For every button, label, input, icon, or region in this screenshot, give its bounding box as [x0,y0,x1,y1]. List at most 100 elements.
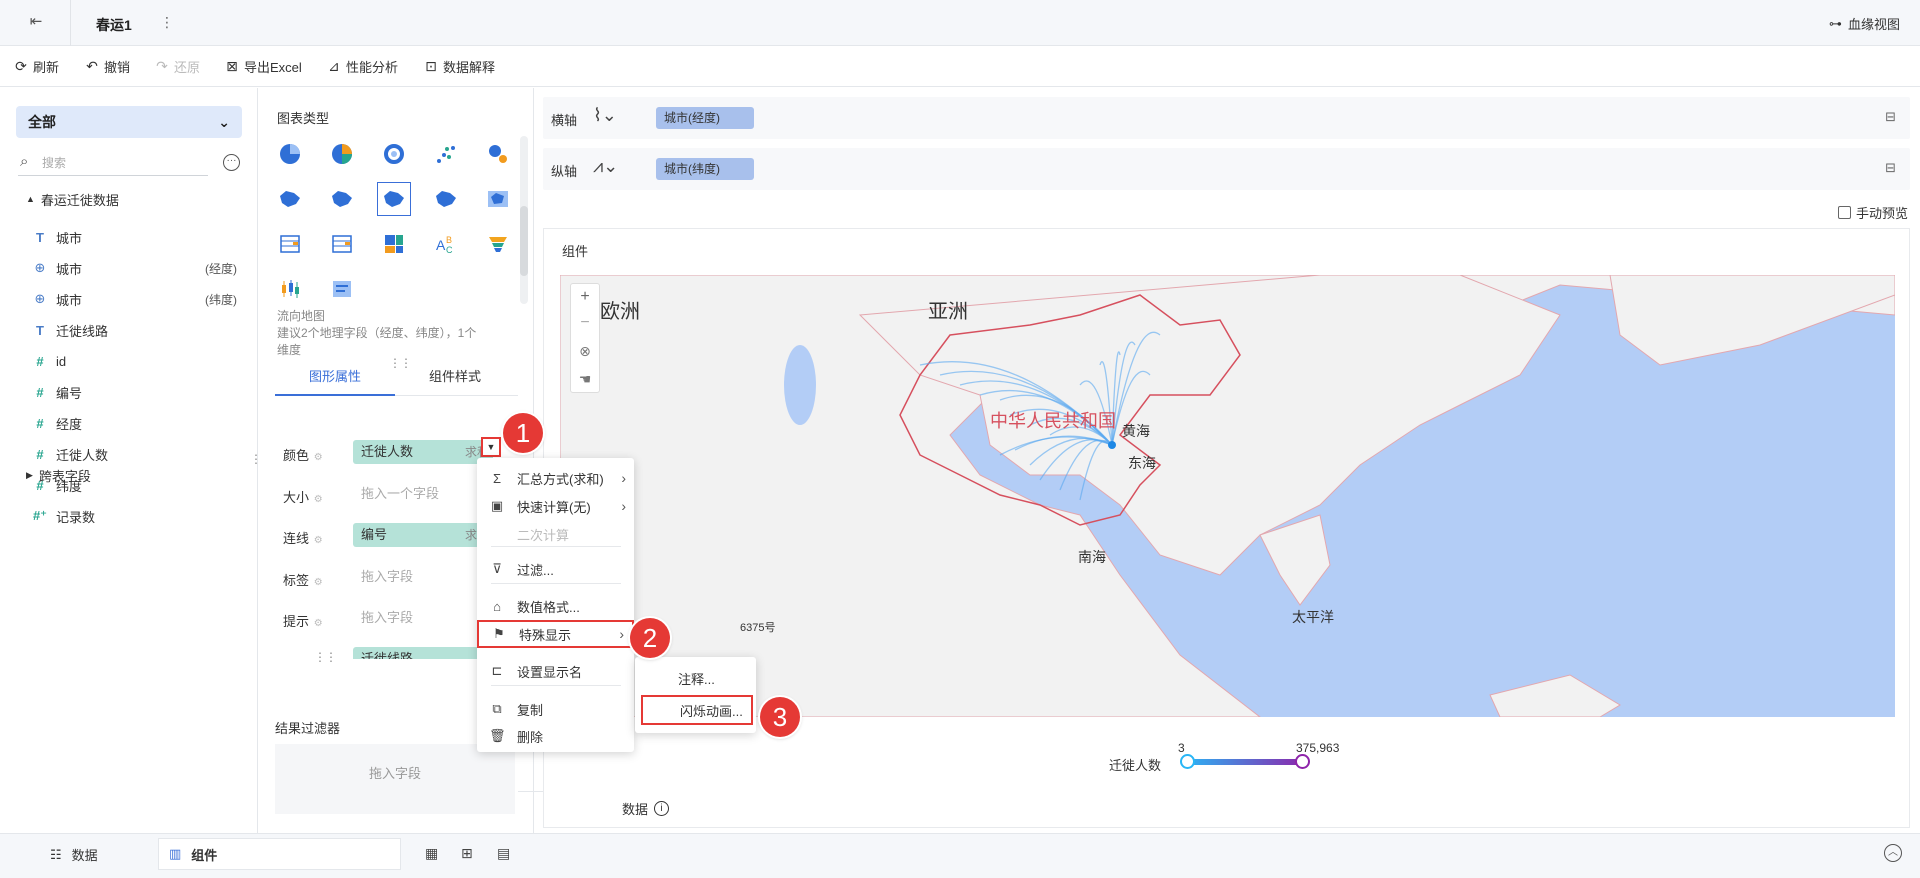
explain-label: 数据解释 [443,60,496,75]
field-item[interactable]: T 城市 [0,225,257,249]
gear-icon[interactable]: ⚙ [311,618,323,629]
tree-folder-dataset[interactable]: ▲ 春运迁徙数据 [0,187,257,211]
pivot-table-icon[interactable] [329,231,355,257]
word-cloud-icon[interactable]: ABC [433,231,459,257]
add-table-icon[interactable]: ⊞ [461,845,473,862]
menu-item[interactable]: ⊽ 过滤... [477,555,634,583]
field-item[interactable]: ⊕ 城市 (经度) [0,256,257,280]
menu-item[interactable]: ⧉ 复制 [477,695,634,723]
scrollbar-thumb[interactable] [520,206,528,276]
tab-data[interactable]: ☷ 数据 [50,845,98,864]
bubble-chart-icon[interactable] [485,141,511,167]
custom-map-icon[interactable] [485,186,511,212]
partial-field-chip[interactable]: 迁徙线路 [353,647,493,659]
candlestick-icon[interactable] [277,276,303,302]
menu-item[interactable]: ⚑ 特殊显示 › [477,620,634,648]
y-axis-field-chip[interactable]: 城市(纬度) [656,158,754,180]
field-dropzone[interactable]: 拖入字段 [353,565,493,589]
info-icon[interactable]: i [654,801,670,816]
field-item[interactable]: # 纬度 [0,473,257,497]
menu-item[interactable]: Σ 汇总方式(求和) › [477,464,634,492]
menu-item[interactable]: 二次计算 [477,520,634,548]
field-chip-label: 拖入一个字段 [361,485,440,501]
checkbox[interactable] [1838,206,1851,219]
export-excel-button[interactable]: ⊠ 导出Excel [225,57,302,76]
dataset-select[interactable]: 全部 ⌄ [16,106,242,138]
data-panel: 全部 ⌄ ⌕ 搜索 ··· ▲ 春运迁徙数据 ▶ 跨表字段 ⋮⋮ T城市⊕城市(… [0,88,273,833]
pie-chart-icon[interactable] [277,141,303,167]
number-field-icon: #⁺ [32,508,48,523]
tab-graphic-properties[interactable]: 图形属性 [275,366,395,385]
field-item[interactable]: # 经度 [0,411,257,435]
zoom-in-icon[interactable]: + [571,284,599,310]
x-axis-field-chip[interactable]: 城市(经度) [656,107,754,129]
gauge-chart-icon[interactable] [381,141,407,167]
menu-item-blink-animation[interactable]: 闪烁动画... [641,695,753,725]
zoom-out-icon[interactable]: − [571,310,599,336]
point-map-icon[interactable] [329,186,355,212]
lineage-icon: ⊶ [1828,15,1842,31]
tree-folder-label: 春运迁徙数据 [40,192,119,208]
axis-type-icon[interactable]: ⌇⌄ [593,105,617,126]
performance-button[interactable]: ⊿ 性能分析 [327,57,398,76]
table-icon[interactable] [277,231,303,257]
add-component-icon[interactable]: ▦ [425,845,438,862]
lock-icon[interactable]: ⊟ [1885,160,1896,176]
more-options-icon[interactable]: ··· [223,154,240,171]
result-filter-dropzone[interactable]: 拖入字段 [275,744,515,814]
gear-icon[interactable]: ⚙ [311,494,323,505]
lineage-view-button[interactable]: ⊶ 血缘视图 [1829,14,1900,33]
field-item[interactable]: # 编号 [0,380,257,404]
flow-map-icon[interactable] [377,182,411,216]
region-map-icon[interactable] [277,186,303,212]
gear-icon[interactable]: ⚙ [311,452,323,463]
field-search: ⌕ 搜索 ··· [18,150,240,176]
flow-map[interactable]: 欧洲 亚洲 中华人民共和国 黄海 东海 南海 太平洋 6375号 + − ⊗ ☚ [560,275,1895,717]
field-chip[interactable]: 迁徙人数 求和 [353,440,493,464]
field-dropdown-button[interactable]: ▼ [481,437,501,457]
compass-icon[interactable]: ⊗ [571,336,599,366]
hand-pan-icon[interactable]: ☚ [571,366,599,392]
scatter-chart-icon[interactable] [433,141,459,167]
donut-chart-icon[interactable] [329,141,355,167]
more-icon[interactable]: ⋮ [160,14,174,31]
dashboard-tab-title[interactable]: 春运1 [96,15,132,35]
tab-component-style[interactable]: 组件样式 [395,366,515,385]
menu-item[interactable]: ⊏ 设置显示名 [477,657,634,685]
treemap-icon[interactable] [381,231,407,257]
menu-item[interactable]: 🗑 删除 [477,722,634,750]
gear-icon[interactable]: ⚙ [311,577,323,588]
field-item[interactable]: T 迁徙线路 [0,318,257,342]
lock-icon[interactable]: ⊟ [1885,109,1896,125]
field-chip[interactable]: 编号求和 [353,523,493,547]
field-item[interactable]: ⊕ 城市 (纬度) [0,287,257,311]
menu-item[interactable]: ⌂ 数值格式... [477,592,634,620]
refresh-button[interactable]: ⟳ 刷新 [14,57,59,76]
field-item[interactable]: #⁺ 记录数 [0,504,257,528]
exit-icon[interactable]: ⇤ [20,12,52,34]
legend-min-handle[interactable] [1180,754,1195,769]
heat-map-icon[interactable] [433,186,459,212]
add-report-icon[interactable]: ▤ [497,845,510,862]
legend-max-handle[interactable] [1295,754,1310,769]
field-item[interactable]: # 迁徙人数 [0,442,257,466]
field-item[interactable]: # id [0,349,257,373]
manual-preview-toggle[interactable]: 手动预览 [1838,203,1908,222]
redo-button[interactable]: ↷ 还原 [155,57,200,76]
menu-item[interactable]: ▣ 快速计算(无) › [477,492,634,520]
data-explain-button[interactable]: ⊡ 数据解释 [424,57,495,76]
search-input[interactable]: 搜索 [18,150,208,176]
tab-component[interactable]: ▥ 组件 [158,838,401,870]
drag-handle-icon[interactable]: ⋮⋮ [314,650,337,664]
menu-item-note[interactable]: 注释... [635,665,756,695]
undo-button[interactable]: ↶ 撤销 [85,57,130,76]
kpi-card-icon[interactable] [329,276,355,302]
field-dropzone[interactable]: 拖入一个字段 [353,482,493,506]
chart-type-scrollbar[interactable] [520,136,528,304]
funnel-chart-icon[interactable] [485,231,511,257]
axis-type-icon[interactable]: ⩘⌄ [593,156,618,177]
collapse-icon[interactable]: ︿ [1884,844,1902,862]
field-dropzone[interactable]: 拖入字段 [353,606,493,630]
excel-icon: ⊠ [226,58,238,74]
gear-icon[interactable]: ⚙ [311,535,323,546]
